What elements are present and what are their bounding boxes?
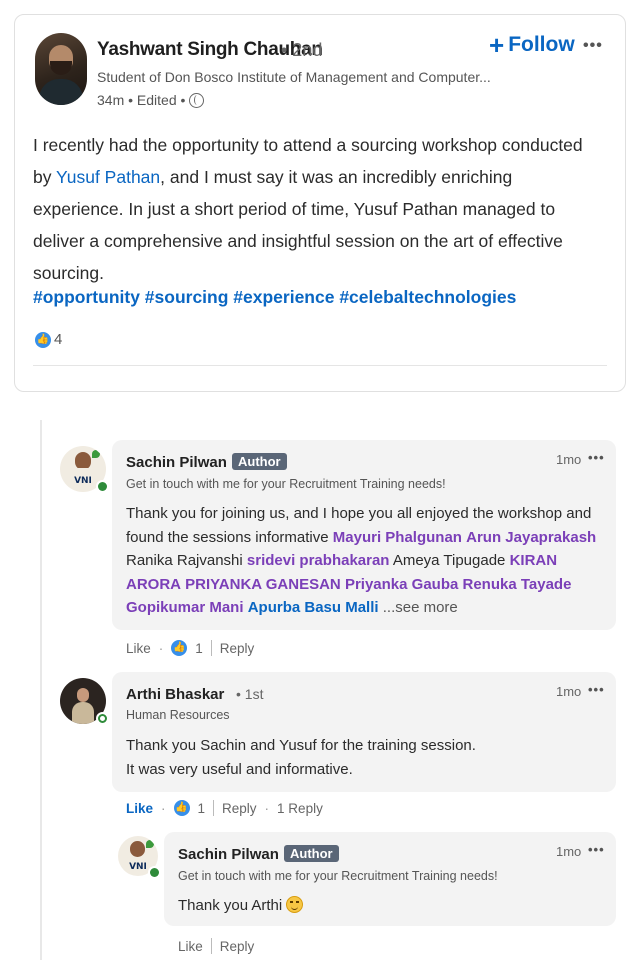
reply-button[interactable]: Reply xyxy=(220,939,255,954)
post-text: I recently had the opportunity to attend… xyxy=(33,135,583,283)
commenter-name[interactable]: Sachin Pilwan xyxy=(126,454,227,471)
comment-text: Thank you for joining us, and I hope you… xyxy=(126,505,597,616)
author-badge: Author xyxy=(232,453,287,470)
reply-button[interactable]: Reply xyxy=(222,801,257,816)
hashtags[interactable]: #opportunity #sourcing #experience #cele… xyxy=(33,287,516,308)
comment-time: 1mo xyxy=(556,684,582,699)
connection-degree: • 1st xyxy=(236,686,264,702)
commenter-name[interactable]: Arthi Bhaskar xyxy=(126,686,224,703)
comment-bubble: Arthi Bhaskar • 1st Human Resources 1mo … xyxy=(112,672,616,792)
post-meta: 34m • Edited • xyxy=(97,92,205,108)
comment-more-options-icon[interactable]: ••• xyxy=(588,682,605,697)
comment-actions: Like · 👍 1 Reply xyxy=(126,640,255,656)
mention-link[interactable]: Renuka Tayade xyxy=(463,576,572,593)
commenter-headline: Get in touch with me for your Recruitmen… xyxy=(178,869,498,883)
smiling-face-emoji xyxy=(286,896,304,913)
plus-icon: + xyxy=(489,30,505,60)
commenter-name[interactable]: Sachin Pilwan xyxy=(178,846,279,863)
mention-link[interactable]: Mayuri Phalgunan xyxy=(333,529,462,546)
commenter-headline: Get in touch with me for your Recruitmen… xyxy=(126,477,446,491)
comment-time: 1mo xyxy=(556,452,582,467)
connection-degree: • 2nd xyxy=(281,40,323,60)
like-count[interactable]: 1 xyxy=(195,641,203,656)
author-headline: Student of Don Bosco Institute of Manage… xyxy=(97,69,491,85)
comment-more-options-icon[interactable]: ••• xyxy=(588,450,605,465)
reaction-count: 4 xyxy=(54,331,63,348)
comment-bubble: Sachin Pilwan Author Get in touch with m… xyxy=(112,440,616,630)
reactions-summary[interactable]: 👍 4 xyxy=(35,331,62,348)
author-avatar[interactable] xyxy=(35,33,87,105)
like-reaction-icon: 👍 xyxy=(173,800,190,816)
replies-count-link[interactable]: 1 Reply xyxy=(277,801,323,816)
mention-link[interactable]: Gopikumar Mani xyxy=(126,599,244,616)
author-badge: Author xyxy=(284,845,339,862)
mention-link[interactable]: sridevi prabhakaran xyxy=(247,552,390,569)
post-more-options-icon[interactable]: ••• xyxy=(583,37,603,55)
post-timestamp: 34m • Edited • xyxy=(97,92,186,108)
like-button[interactable]: Like xyxy=(126,641,151,656)
mention-link[interactable]: Yusuf Pathan xyxy=(56,167,160,187)
mention-link[interactable]: Arun Jayaprakash xyxy=(466,529,596,546)
follow-label: Follow xyxy=(508,33,575,56)
divider xyxy=(210,938,212,954)
reply-button[interactable]: Reply xyxy=(220,641,255,656)
comment-text: Thank you Sachin and Yusuf for the train… xyxy=(126,737,476,778)
mention-link[interactable]: PRIYANKA GANESAN xyxy=(185,576,341,593)
thread-line xyxy=(40,420,42,960)
like-reaction-icon: 👍 xyxy=(35,331,51,348)
online-status-indicator xyxy=(148,866,161,879)
divider xyxy=(33,365,607,366)
reply-bubble: Sachin Pilwan Author Get in touch with m… xyxy=(164,832,616,926)
like-button[interactable]: Like xyxy=(178,939,203,954)
comment-more-options-icon[interactable]: ••• xyxy=(588,842,605,857)
mention-link[interactable]: Priyanka Gauba xyxy=(345,576,458,593)
comment-actions: Like · 👍 1 Reply · 1 Reply xyxy=(126,800,323,816)
see-more-link[interactable]: ...see more xyxy=(383,599,458,616)
comment-text: Thank you Arthi xyxy=(178,894,598,918)
like-button[interactable]: Like xyxy=(126,801,153,816)
like-reaction-icon: 👍 xyxy=(171,640,188,656)
follow-button[interactable]: + Follow xyxy=(489,30,575,60)
mention-link[interactable]: Apurba Basu Malli xyxy=(248,599,379,616)
like-count[interactable]: 1 xyxy=(198,801,206,816)
commenter-headline: Human Resources xyxy=(126,708,230,722)
comment-time: 1mo xyxy=(556,844,582,859)
online-status-indicator xyxy=(96,480,109,493)
globe-icon xyxy=(189,92,205,108)
online-status-indicator xyxy=(96,712,109,725)
divider xyxy=(213,800,215,816)
divider xyxy=(210,640,212,656)
comment-actions: Like Reply xyxy=(178,938,254,954)
post-card: Yashwant Singh Chauhan • 2nd Student of … xyxy=(14,14,626,392)
